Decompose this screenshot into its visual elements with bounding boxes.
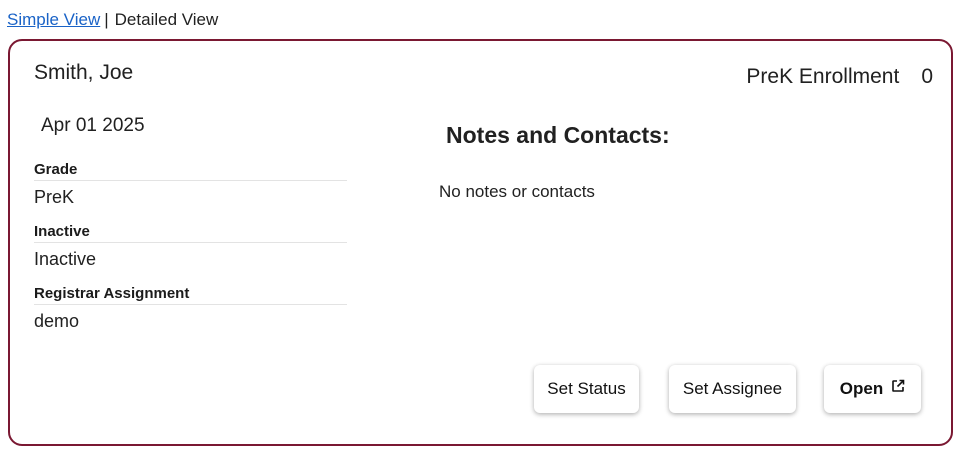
field-label: Grade — [34, 161, 347, 181]
field-label: Inactive — [34, 223, 347, 243]
notes-empty-text: No notes or contacts — [439, 182, 595, 201]
set-status-label: Set Status — [547, 379, 626, 398]
view-switch: Simple View | Detailed View — [7, 10, 218, 30]
field-label: Registrar Assignment — [34, 285, 347, 305]
enrollment-count: 0 — [921, 65, 933, 88]
set-assignee-label: Set Assignee — [682, 379, 783, 398]
open-label: Open — [839, 379, 884, 398]
external-link-icon — [891, 364, 905, 412]
simple-view-link[interactable]: Simple View — [7, 10, 100, 29]
student-card: Smith, Joe Apr 01 2025 Grade PreK Inacti… — [8, 39, 953, 446]
field-registrar-assignment: Registrar Assignment demo — [34, 285, 347, 332]
notes-title: Notes and Contacts: — [446, 122, 670, 148]
field-value: demo — [34, 311, 80, 331]
set-assignee-button[interactable]: Set Assignee — [669, 365, 796, 413]
open-button[interactable]: Open — [824, 365, 921, 413]
enrollment-summary: PreK Enrollment 0 — [746, 65, 933, 89]
set-status-button[interactable]: Set Status — [534, 365, 639, 413]
enrollment-label: PreK Enrollment — [746, 65, 900, 88]
field-value: PreK — [34, 187, 75, 207]
field-grade: Grade PreK — [34, 161, 347, 208]
detailed-view-label: Detailed View — [114, 10, 219, 29]
record-date: Apr 01 2025 — [41, 115, 145, 136]
field-value: Inactive — [34, 249, 97, 269]
view-separator: | — [104, 10, 109, 29]
field-inactive: Inactive Inactive — [34, 223, 347, 270]
student-name: Smith, Joe — [34, 61, 134, 84]
